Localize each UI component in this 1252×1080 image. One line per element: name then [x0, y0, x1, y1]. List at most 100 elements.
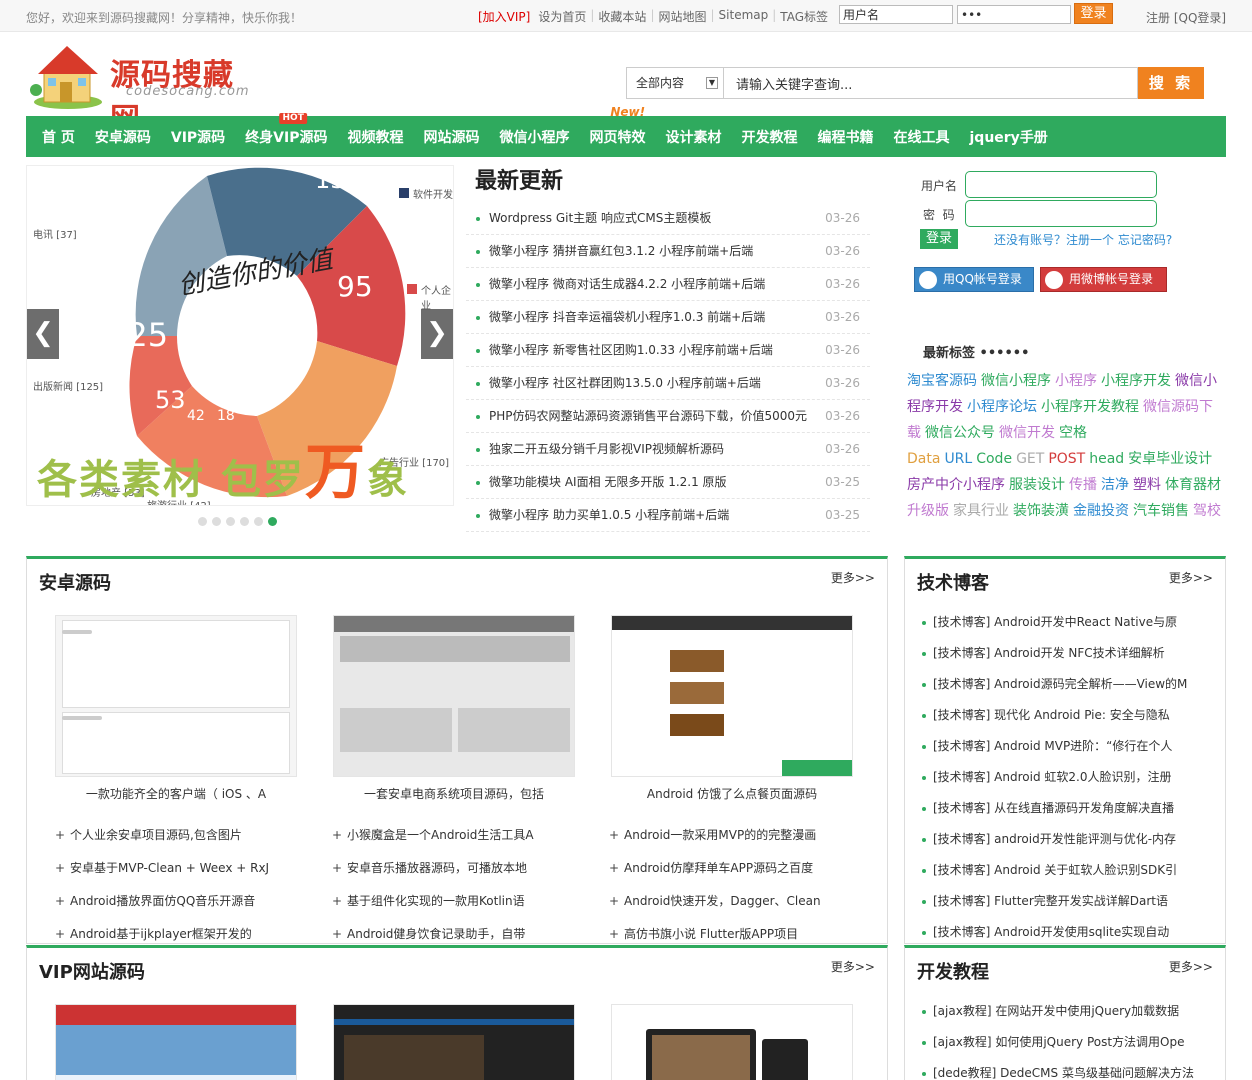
blog-item[interactable]: [技术博客] Android开发 NFC技术详细解析: [919, 638, 1209, 669]
latest-item[interactable]: 微擎小程序 猜拼音赢红包3.1.2 小程序前端+后端 03-26: [466, 235, 870, 268]
slider-next-button[interactable]: ❯: [421, 309, 453, 359]
tag-link[interactable]: 微信开发: [999, 425, 1055, 441]
login-button[interactable]: 登录: [920, 229, 958, 249]
tag-link[interactable]: Data: [907, 451, 940, 467]
tag-link[interactable]: 微信公众号: [925, 425, 995, 441]
nav-tools[interactable]: 在线工具: [894, 127, 950, 147]
blog-item[interactable]: [技术博客] Android MVP进阶：“修行在个人: [919, 731, 1209, 762]
nav-jquery[interactable]: jquery手册: [970, 127, 1048, 147]
nav-web-effects[interactable]: 网页特效 New!: [590, 106, 646, 147]
blog-item[interactable]: [技术博客] 从在线直播源码开发角度解决直播: [919, 793, 1209, 824]
top-login-button[interactable]: 登录: [1074, 3, 1113, 24]
nav-website[interactable]: 网站源码: [424, 127, 480, 147]
tag-link[interactable]: 房产中介小程序: [907, 477, 1005, 493]
join-vip-link[interactable]: [加入VIP]: [478, 8, 534, 25]
nav-android[interactable]: 安卓源码: [95, 127, 151, 147]
latest-item[interactable]: 微擎功能模块 AI面相 无限多开版 1.2.1 原版 03-25: [466, 466, 870, 499]
register-link[interactable]: 还没有账号？注册一个 忘记密码?: [994, 231, 1172, 248]
bookmark-link[interactable]: 收藏本站: [594, 8, 650, 25]
sitemap-cn-link[interactable]: 网站地图: [654, 8, 710, 25]
android-list-item[interactable]: 基于组件化实现的一款用Kotlin语: [332, 885, 597, 918]
vip-thumb-3[interactable]: [611, 1004, 853, 1080]
android-list-item[interactable]: Android仿摩拜单车APP源码之百度: [609, 852, 874, 885]
android-caption-1[interactable]: 一款功能齐全的客户端（ iOS 、A: [55, 785, 297, 802]
register-qq-link[interactable]: 注册 [QQ登录]: [1146, 9, 1226, 26]
sitemap-link[interactable]: Sitemap: [715, 8, 773, 25]
search-category-select[interactable]: 全部内容 ▼: [626, 67, 724, 99]
android-more-link[interactable]: 更多>>: [831, 569, 875, 586]
devtut-item[interactable]: [dede教程] DedeCMS 菜鸟级基础问题解决方法: [919, 1058, 1209, 1080]
slider-dot[interactable]: [268, 517, 277, 526]
top-username-input[interactable]: [839, 5, 953, 24]
latest-item[interactable]: 微擎小程序 新零售社区团购1.0.33 小程序前端+后端 03-26: [466, 334, 870, 367]
android-caption-2[interactable]: 一套安卓电商系统项目源码，包括: [333, 785, 575, 802]
latest-item[interactable]: 微擎小程序 社区社群团购13.5.0 小程序前端+后端 03-26: [466, 367, 870, 400]
tag-link[interactable]: TAG标签: [776, 8, 832, 25]
nav-wechat-mini[interactable]: 微信小程序: [500, 127, 570, 147]
tag-link[interactable]: 小程序开发: [1101, 373, 1171, 389]
nav-home[interactable]: 首 页: [42, 127, 75, 147]
slider-dot[interactable]: [198, 517, 207, 526]
latest-item[interactable]: 微擎小程序 微商对话生成器4.2.2 小程序前端+后端 03-26: [466, 268, 870, 301]
qq-login-button[interactable]: 用QQ帐号登录: [914, 267, 1034, 292]
tag-link[interactable]: 淘宝客源码: [907, 373, 977, 389]
android-list-item[interactable]: Android播放界面仿QQ音乐开源音: [55, 885, 320, 918]
vip-thumb-1[interactable]: [55, 1004, 297, 1080]
tag-link[interactable]: 体育器材: [1165, 477, 1221, 493]
blog-item[interactable]: [技术博客] 现代化 Android Pie: 安全与隐私: [919, 700, 1209, 731]
blog-item[interactable]: [技术博客] Android开发中React Native与原: [919, 607, 1209, 638]
tag-link[interactable]: 微信小程序: [981, 373, 1051, 389]
tag-link[interactable]: 服装设计: [1009, 477, 1065, 493]
devtut-item[interactable]: [ajax教程] 如何使用jQuery Post方法调用Ope: [919, 1027, 1209, 1058]
latest-item[interactable]: PHP仿码农网整站源码资源销售平台源码下载，价值5000元 03-26: [466, 400, 870, 433]
android-list-item[interactable]: Android快速开发，Dagger、Clean: [609, 885, 874, 918]
android-thumb-2[interactable]: [333, 615, 575, 777]
android-list-item[interactable]: 个人业余安卓项目源码,包含图片: [55, 819, 320, 852]
set-homepage-link[interactable]: 设为首页: [534, 8, 590, 25]
android-list-item[interactable]: 安卓基于MVP-Clean + Weex + RxJ: [55, 852, 320, 885]
site-logo[interactable]: 源码搜藏网 codesocang.com: [30, 40, 260, 137]
slider-dot[interactable]: [254, 517, 263, 526]
tag-link[interactable]: 小程序论坛: [967, 399, 1037, 415]
blog-item[interactable]: [技术博客] Flutter完整开发实战详解Dart语: [919, 886, 1209, 917]
weibo-login-button[interactable]: 用微博帐号登录: [1040, 267, 1167, 292]
nav-books[interactable]: 编程书籍: [818, 127, 874, 147]
username-input[interactable]: [965, 171, 1157, 198]
tag-link[interactable]: 洁净: [1101, 477, 1129, 493]
android-list-item[interactable]: 安卓音乐播放器源码，可播放本地: [332, 852, 597, 885]
android-thumb-3[interactable]: [611, 615, 853, 777]
vip-thumb-2[interactable]: [333, 1004, 575, 1080]
password-input[interactable]: [965, 200, 1157, 227]
tag-link[interactable]: head: [1089, 451, 1124, 467]
android-caption-3[interactable]: Android 仿饿了么点餐页面源码: [611, 785, 853, 802]
tag-link[interactable]: 汽车销售: [1133, 503, 1189, 519]
nav-vip[interactable]: VIP源码: [171, 127, 225, 147]
slider-dot[interactable]: [240, 517, 249, 526]
tag-link[interactable]: 小程序: [1055, 373, 1097, 389]
slider-prev-button[interactable]: ❮: [27, 309, 59, 359]
latest-item[interactable]: 独家二开五级分销千月影视VIP视频解析源码 03-26: [466, 433, 870, 466]
tag-link[interactable]: URL: [944, 451, 972, 467]
nav-dev-tutorial[interactable]: 开发教程: [742, 127, 798, 147]
blog-item[interactable]: [技术博客] Android 虹软2.0人脸识别，注册: [919, 762, 1209, 793]
search-button[interactable]: 搜 索: [1138, 67, 1204, 99]
vipsite-more-link[interactable]: 更多>>: [831, 958, 875, 975]
nav-video[interactable]: 视频教程: [348, 127, 404, 147]
search-input[interactable]: [724, 67, 1138, 99]
android-list-item[interactable]: 小猴魔盒是一个Android生活工具A: [332, 819, 597, 852]
latest-item[interactable]: 微擎小程序 助力买单1.0.5 小程序前端+后端 03-25: [466, 499, 870, 532]
slider-dot[interactable]: [212, 517, 221, 526]
top-password-input[interactable]: [957, 5, 1071, 24]
android-list-item[interactable]: Android一款采用MVP的的完整漫画: [609, 819, 874, 852]
android-thumb-1[interactable]: [55, 615, 297, 777]
nav-lifetime-vip[interactable]: 终身VIP源码 HOT: [245, 112, 328, 147]
tag-link[interactable]: 金融投资: [1073, 503, 1129, 519]
devtut-more-link[interactable]: 更多>>: [1169, 958, 1213, 975]
tag-link[interactable]: 家具行业: [953, 503, 1009, 519]
tag-link[interactable]: 塑料: [1133, 477, 1161, 493]
tag-link[interactable]: 传播: [1069, 477, 1097, 493]
latest-item[interactable]: Wordpress Git主题 响应式CMS主题模板 03-26: [466, 202, 870, 235]
devtut-item[interactable]: [ajax教程] 在网站开发中使用jQuery加载数据: [919, 996, 1209, 1027]
tag-link[interactable]: 空格: [1059, 425, 1087, 441]
tag-link[interactable]: 升级版: [907, 503, 949, 519]
